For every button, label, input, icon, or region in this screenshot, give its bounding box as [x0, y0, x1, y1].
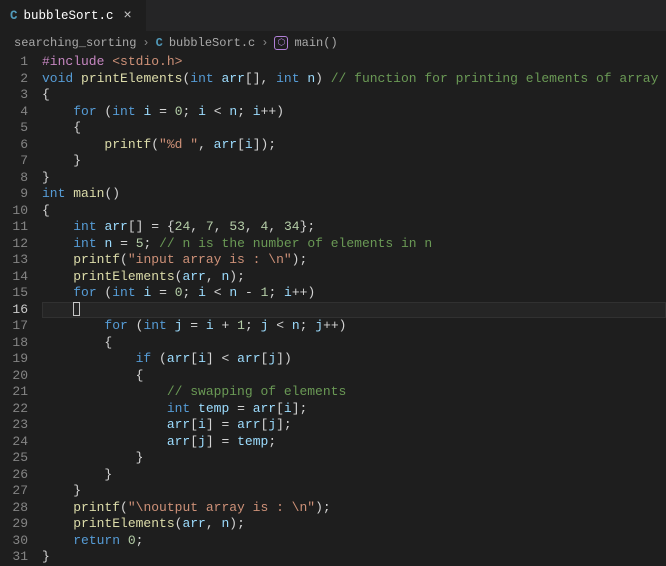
- code-line[interactable]: {: [42, 87, 666, 104]
- line-number: 22: [0, 401, 28, 418]
- breadcrumb-folder[interactable]: searching_sorting: [14, 36, 136, 50]
- code-line[interactable]: [42, 302, 666, 319]
- tab-bar: C bubbleSort.c ×: [0, 0, 666, 32]
- code-line[interactable]: printElements(arr, n);: [42, 269, 666, 286]
- code-line[interactable]: int main(): [42, 186, 666, 203]
- line-number: 28: [0, 500, 28, 517]
- code-line[interactable]: int arr[] = {24, 7, 53, 4, 34};: [42, 219, 666, 236]
- line-number: 9: [0, 186, 28, 203]
- line-number: 23: [0, 417, 28, 434]
- line-number: 20: [0, 368, 28, 385]
- code-line[interactable]: printf("\noutput array is : \n");: [42, 500, 666, 517]
- line-number: 11: [0, 219, 28, 236]
- line-number: 7: [0, 153, 28, 170]
- line-number: 14: [0, 269, 28, 286]
- c-file-icon: C: [156, 36, 163, 50]
- line-number: 1: [0, 54, 28, 71]
- line-number: 8: [0, 170, 28, 187]
- line-number: 21: [0, 384, 28, 401]
- line-number: 10: [0, 203, 28, 220]
- code-line[interactable]: for (int j = i + 1; j < n; j++): [42, 318, 666, 335]
- breadcrumb-file[interactable]: bubbleSort.c: [169, 36, 255, 50]
- tab-filename: bubbleSort.c: [24, 9, 114, 23]
- code-line[interactable]: }: [42, 467, 666, 484]
- tab-bubblesort[interactable]: C bubbleSort.c ×: [0, 0, 146, 31]
- line-number: 3: [0, 87, 28, 104]
- code-line[interactable]: return 0;: [42, 533, 666, 550]
- line-number-gutter: 1234567891011121314151617181920212223242…: [0, 54, 42, 566]
- breadcrumb[interactable]: searching_sorting › C bubbleSort.c › ⬡ m…: [0, 32, 666, 54]
- code-line[interactable]: }: [42, 549, 666, 566]
- line-number: 18: [0, 335, 28, 352]
- code-area[interactable]: #include <stdio.h>void printElements(int…: [42, 54, 666, 566]
- line-number: 4: [0, 104, 28, 121]
- breadcrumb-symbol[interactable]: main(): [294, 36, 337, 50]
- chevron-right-icon: ›: [142, 36, 149, 50]
- code-line[interactable]: void printElements(int arr[], int n) // …: [42, 71, 666, 88]
- chevron-right-icon: ›: [261, 36, 268, 50]
- code-line[interactable]: printElements(arr, n);: [42, 516, 666, 533]
- code-line[interactable]: }: [42, 450, 666, 467]
- line-number: 12: [0, 236, 28, 253]
- code-line[interactable]: int n = 5; // n is the number of element…: [42, 236, 666, 253]
- line-number: 26: [0, 467, 28, 484]
- code-line[interactable]: {: [42, 335, 666, 352]
- code-line[interactable]: printf("%d ", arr[i]);: [42, 137, 666, 154]
- code-line[interactable]: }: [42, 483, 666, 500]
- line-number: 19: [0, 351, 28, 368]
- code-line[interactable]: for (int i = 0; i < n - 1; i++): [42, 285, 666, 302]
- symbol-method-icon: ⬡: [274, 36, 288, 50]
- line-number: 6: [0, 137, 28, 154]
- line-number: 16: [0, 302, 28, 319]
- code-line[interactable]: {: [42, 120, 666, 137]
- close-icon[interactable]: ×: [120, 8, 136, 24]
- line-number: 2: [0, 71, 28, 88]
- cursor: [73, 302, 80, 316]
- code-line[interactable]: if (arr[i] < arr[j]): [42, 351, 666, 368]
- code-line[interactable]: {: [42, 203, 666, 220]
- code-line[interactable]: printf("input array is : \n");: [42, 252, 666, 269]
- line-number: 31: [0, 549, 28, 566]
- code-line[interactable]: }: [42, 170, 666, 187]
- code-line[interactable]: #include <stdio.h>: [42, 54, 666, 71]
- code-line[interactable]: arr[i] = arr[j];: [42, 417, 666, 434]
- code-line[interactable]: }: [42, 153, 666, 170]
- code-editor[interactable]: 1234567891011121314151617181920212223242…: [0, 54, 666, 566]
- code-line[interactable]: int temp = arr[i];: [42, 401, 666, 418]
- code-line[interactable]: // swapping of elements: [42, 384, 666, 401]
- line-number: 17: [0, 318, 28, 335]
- line-number: 29: [0, 516, 28, 533]
- line-number: 5: [0, 120, 28, 137]
- c-file-icon: C: [10, 9, 18, 23]
- line-number: 25: [0, 450, 28, 467]
- code-line[interactable]: {: [42, 368, 666, 385]
- line-number: 27: [0, 483, 28, 500]
- code-line[interactable]: arr[j] = temp;: [42, 434, 666, 451]
- line-number: 30: [0, 533, 28, 550]
- line-number: 15: [0, 285, 28, 302]
- code-line[interactable]: for (int i = 0; i < n; i++): [42, 104, 666, 121]
- line-number: 24: [0, 434, 28, 451]
- line-number: 13: [0, 252, 28, 269]
